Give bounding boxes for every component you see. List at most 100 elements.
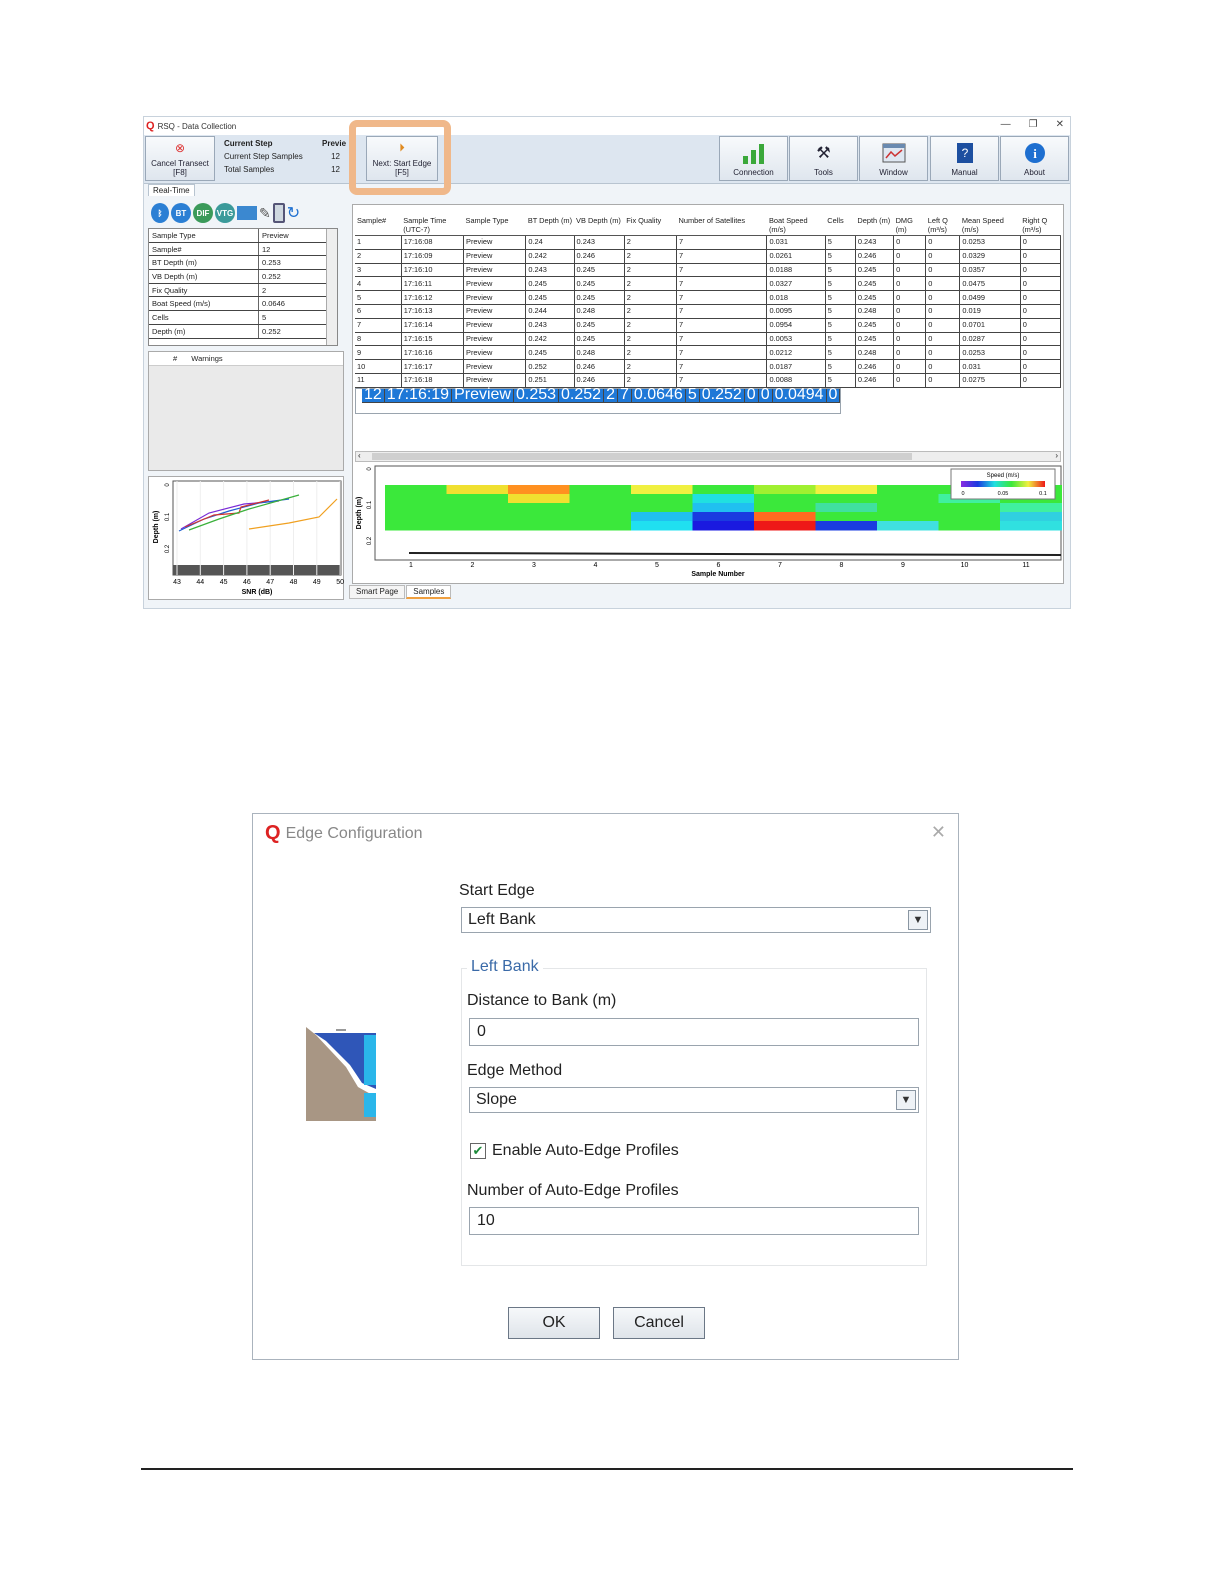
table-row[interactable]: 2 17:16:09 Preview 0.242 0.246 2 7 0.0261 5 0.246… bbox=[355, 249, 1062, 264]
contour-cell bbox=[692, 485, 755, 495]
property-value: 2 bbox=[262, 285, 267, 295]
table-cell: 2 bbox=[624, 235, 678, 250]
snr-y-label: Depth (m) bbox=[153, 511, 160, 544]
column-header[interactable]: BT Depth (m) bbox=[525, 215, 575, 236]
property-name: Sample Type bbox=[149, 229, 259, 242]
table-row[interactable]: 4 17:16:11 Preview 0.245 0.245 2 7 0.0327 5 0.245… bbox=[355, 276, 1062, 292]
table-cell: 7 bbox=[676, 304, 768, 319]
distance-to-bank-input[interactable]: 0 bbox=[469, 1018, 919, 1046]
property-row: Sample# 12 bbox=[149, 242, 337, 257]
contour-x-tick: 9 bbox=[901, 562, 905, 569]
snr-x-tick: 47 bbox=[266, 579, 274, 586]
table-row[interactable]: 5 17:16:12 Preview 0.245 0.245 2 7 0.018 5 0.245 0… bbox=[355, 290, 1062, 305]
chevron-down-icon[interactable]: ▼ bbox=[896, 1090, 916, 1110]
contour-x-tick: 11 bbox=[1022, 562, 1029, 569]
scroll-left-icon[interactable]: ‹ bbox=[358, 451, 361, 460]
table-cell: 0.248 bbox=[855, 345, 895, 361]
table-row[interactable]: 10 17:16:17 Preview 0.252 0.246 2 7 0.0187 5 0.24… bbox=[355, 359, 1062, 374]
table-row[interactable]: 6 17:16:13 Preview 0.244 0.248 2 7 0.0095 5 0.248… bbox=[355, 304, 1062, 319]
scroll-right-icon[interactable]: › bbox=[1055, 451, 1058, 460]
contour-cell bbox=[754, 521, 816, 531]
property-name: BT Depth (m) bbox=[149, 256, 259, 270]
restore-button[interactable]: ❐ bbox=[1029, 119, 1038, 130]
table-cell: 0 bbox=[893, 290, 927, 305]
svg-text:?: ? bbox=[961, 146, 968, 160]
column-header[interactable]: Depth (m) bbox=[855, 215, 894, 236]
contour-cell bbox=[754, 503, 816, 513]
properties-scrollbar[interactable] bbox=[326, 229, 337, 345]
column-header[interactable]: Number of Satellites bbox=[676, 215, 767, 236]
contour-cell bbox=[385, 485, 447, 495]
manual-button[interactable]: ? Manual bbox=[930, 136, 999, 181]
about-button[interactable]: i About bbox=[1000, 136, 1069, 181]
edge-method-label: Edge Method bbox=[467, 1062, 563, 1079]
table-row[interactable]: 7 17:16:14 Preview 0.243 0.245 2 7 0.0954 5 0.245… bbox=[355, 318, 1062, 333]
table-row[interactable]: 3 17:16:10 Preview 0.243 0.245 2 7 0.0188 5 0.245… bbox=[355, 263, 1062, 278]
connection-button[interactable]: Connection bbox=[719, 136, 788, 181]
table-row[interactable]: 12 17:16:19 Preview 0.253 0.252 2 7 0.0646 5 0.25… bbox=[355, 387, 842, 414]
chevron-down-icon[interactable]: ▼ bbox=[908, 910, 928, 930]
table-cell: 0.246 bbox=[855, 359, 895, 374]
status-icon-bar: ᛒ BT DIF VTG ✎ ↻ bbox=[148, 200, 344, 226]
contour-cell bbox=[385, 521, 447, 531]
tab-smart-page[interactable]: Smart Page bbox=[349, 585, 406, 599]
close-button[interactable]: ✕ bbox=[1056, 119, 1064, 130]
ribbon: ⊗ Cancel Transect [F8] Current Step Previ… bbox=[144, 135, 1070, 184]
table-horizontal-scrollbar[interactable]: ‹ › bbox=[355, 451, 1061, 462]
scroll-thumb[interactable] bbox=[372, 453, 912, 460]
tab-samples[interactable]: Samples bbox=[406, 585, 452, 599]
contour-cell bbox=[508, 512, 570, 522]
contour-y-label: Depth (m) bbox=[356, 497, 363, 530]
table-cell: 7 bbox=[676, 290, 768, 305]
table-row[interactable]: 9 17:16:16 Preview 0.245 0.248 2 7 0.0212 5 0.248… bbox=[355, 345, 1062, 361]
table-row[interactable]: 8 17:16:15 Preview 0.242 0.245 2 7 0.0053 5 0.245… bbox=[355, 332, 1062, 347]
column-header[interactable]: DMG (m) bbox=[893, 215, 926, 236]
cancel-transect-button[interactable]: ⊗ Cancel Transect [F8] bbox=[145, 136, 215, 181]
dialog-close-icon[interactable]: ✕ bbox=[931, 822, 946, 843]
contour-cell bbox=[569, 503, 632, 513]
table-cell: 0.242 bbox=[525, 332, 575, 347]
start-edge-select[interactable]: Left Bank ▼ bbox=[461, 907, 931, 933]
property-row: BT Depth (m) 0.253 bbox=[149, 256, 337, 271]
table-cell: 0.245 bbox=[574, 263, 625, 278]
tools-button[interactable]: ⚒ Tools bbox=[789, 136, 858, 181]
table-row[interactable]: 11 17:16:18 Preview 0.251 0.246 2 7 0.0088 5 0.24… bbox=[355, 373, 1062, 388]
contour-cell bbox=[754, 512, 816, 522]
column-header[interactable]: Sample Time (UTC-7) bbox=[401, 215, 464, 236]
column-header[interactable]: Boat Speed (m/s) bbox=[766, 215, 826, 236]
column-header[interactable]: VB Depth (m) bbox=[574, 215, 625, 236]
table-cell: 7 bbox=[676, 235, 768, 250]
contour-cell bbox=[385, 503, 447, 513]
contour-x-tick: 1 bbox=[409, 562, 413, 569]
cancel-button[interactable]: Cancel bbox=[613, 1307, 705, 1339]
auto-edge-checkbox[interactable]: ✔ bbox=[470, 1143, 486, 1159]
contour-x-tick: 6 bbox=[717, 562, 721, 569]
num-profiles-input[interactable]: 10 bbox=[469, 1207, 919, 1235]
column-header[interactable]: Cells bbox=[825, 215, 856, 236]
left-pane: ᛒ BT DIF VTG ✎ ↻ Sample Type Preview Sampl… bbox=[148, 200, 344, 600]
column-header[interactable]: Fix Quality bbox=[624, 215, 677, 236]
column-header[interactable]: Sample# bbox=[355, 215, 402, 236]
contour-cell bbox=[692, 503, 755, 513]
column-header[interactable]: Left Q (m³/s) bbox=[925, 215, 960, 236]
table-cell: 0.0261 bbox=[766, 249, 826, 264]
table-cell: 0.243 bbox=[525, 318, 575, 333]
window-button[interactable]: Window bbox=[859, 136, 928, 181]
minimize-button[interactable]: — bbox=[1001, 119, 1011, 130]
column-header[interactable]: Mean Speed (m/s) bbox=[959, 215, 1021, 236]
table-cell: 6 bbox=[355, 304, 402, 319]
table-row[interactable]: 1 17:16:08 Preview 0.24 0.243 2 7 0.031 5 0.243 0 0… bbox=[355, 235, 1062, 250]
contour-x-tick: 7 bbox=[778, 562, 782, 569]
contour-legend-title: Speed (m/s) bbox=[987, 473, 1020, 479]
tab-real-time[interactable]: Real-Time bbox=[148, 184, 195, 196]
refresh-icon[interactable]: ↻ bbox=[287, 203, 300, 223]
edge-method-select[interactable]: Slope ▼ bbox=[469, 1087, 919, 1113]
table-cell: 0 bbox=[893, 332, 927, 347]
table-cell: 0.245 bbox=[574, 290, 625, 305]
contour-cell bbox=[569, 512, 632, 522]
table-cell: 17:16:13 bbox=[401, 304, 465, 319]
column-header[interactable]: Sample Type bbox=[463, 215, 526, 236]
ok-button[interactable]: OK bbox=[508, 1307, 600, 1339]
column-header[interactable]: Right Q (m³/s) bbox=[1020, 215, 1061, 236]
table-cell: 0.0187 bbox=[766, 359, 826, 374]
